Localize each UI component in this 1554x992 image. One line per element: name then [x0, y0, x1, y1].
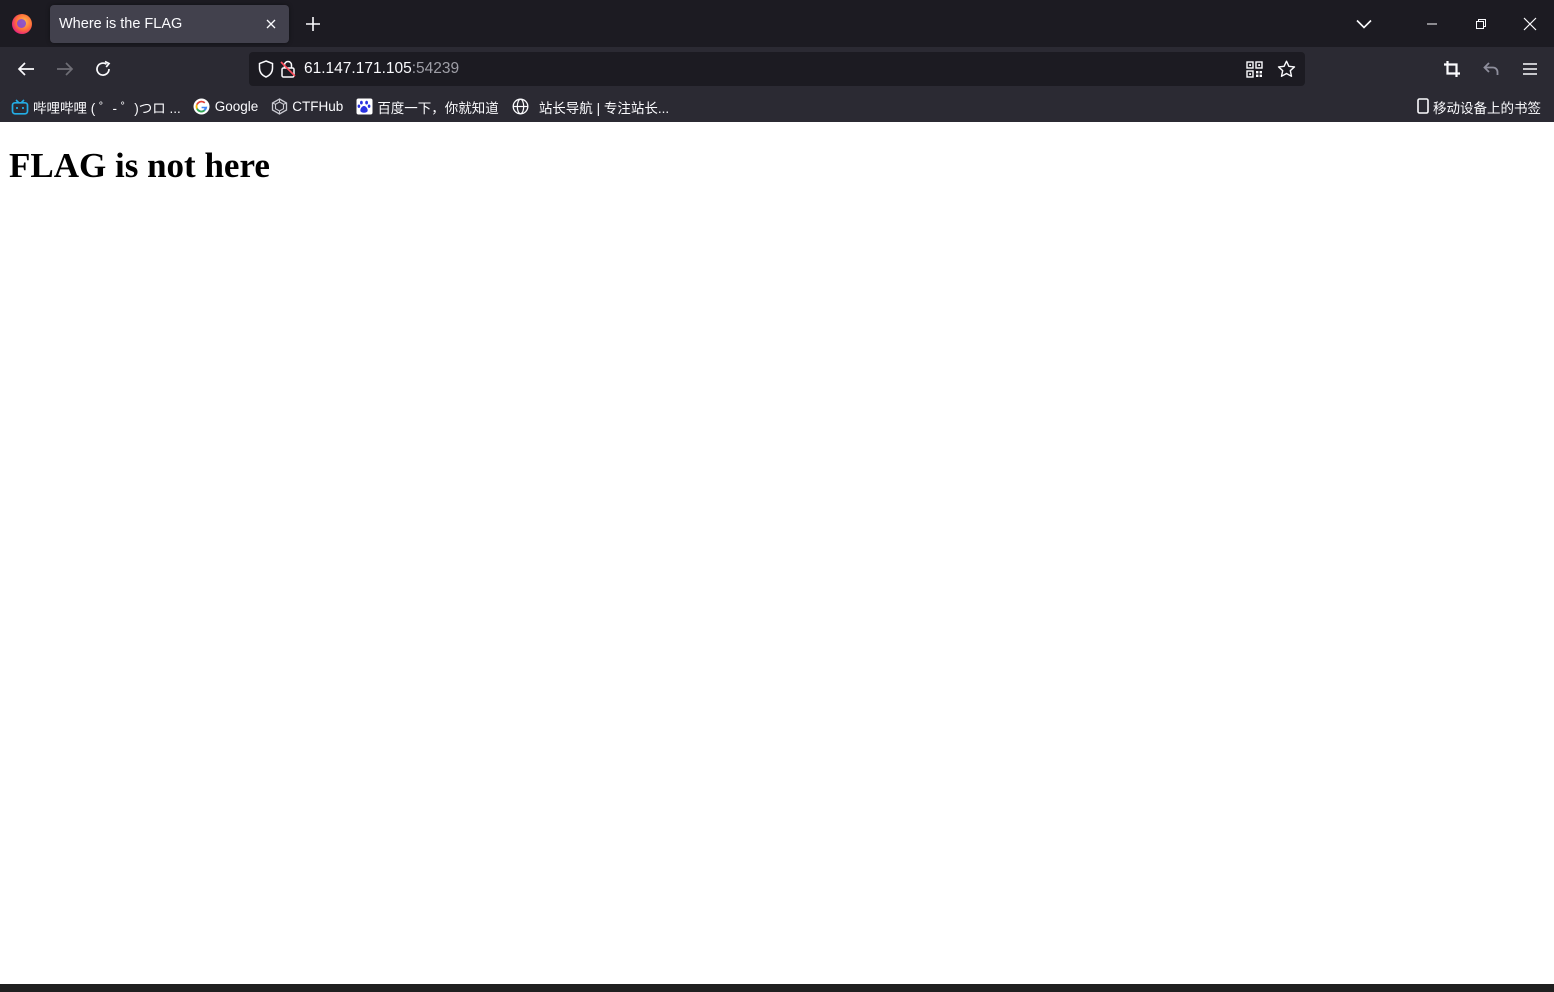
qr-code-button[interactable]: [1241, 56, 1267, 82]
globe-icon: [511, 98, 531, 116]
bookmarks-toolbar: 哔哩哔哩 ( ゜- ゜)つロ ... Google CTFHub 百度一下，你就…: [0, 91, 1554, 122]
page-content: FLAG is not here: [0, 122, 1554, 984]
restore-icon: [1475, 18, 1486, 29]
firefox-view-button[interactable]: [0, 0, 44, 47]
restore-button[interactable]: [1456, 0, 1505, 47]
chevron-down-icon: [1356, 19, 1372, 29]
crop-icon: [1444, 61, 1460, 77]
bookmark-item-bilibili[interactable]: 哔哩哔哩 ( ゜- ゜)つロ ...: [11, 97, 181, 117]
star-icon: [1277, 60, 1295, 77]
insecure-lock-icon: [280, 60, 296, 78]
screenshot-button[interactable]: [1436, 53, 1468, 85]
navigation-toolbar: 61.147.171.105:54239: [0, 47, 1554, 91]
forward-button[interactable]: [49, 53, 81, 85]
plus-icon: [306, 16, 320, 31]
bookmark-label: CTFHub: [292, 99, 344, 114]
back-arrow-icon: [17, 62, 34, 76]
url-port: :54239: [411, 60, 460, 77]
minimize-icon: [1426, 23, 1437, 24]
tab-active[interactable]: Where is the FLAG: [50, 4, 289, 43]
bookmark-label: 站长导航 | 专注站长...: [538, 100, 670, 116]
close-icon: [1523, 17, 1536, 30]
list-all-tabs-button[interactable]: [1341, 0, 1387, 47]
bilibili-icon: [11, 98, 29, 116]
url-host: 61.147.171.105: [304, 60, 412, 77]
shield-icon: [258, 60, 274, 78]
qr-code-icon: [1245, 60, 1263, 78]
tab-strip: Where is the FLAG: [0, 0, 1554, 47]
url-text[interactable]: 61.147.171.105:54239: [304, 60, 459, 78]
minimize-button[interactable]: [1407, 0, 1456, 47]
window-close-button[interactable]: [1505, 0, 1554, 47]
new-tab-button[interactable]: [295, 6, 331, 42]
firefox-logo-icon: [12, 13, 32, 34]
reload-button[interactable]: [87, 53, 119, 85]
back-button[interactable]: [10, 53, 42, 85]
bookmark-star-button[interactable]: [1273, 56, 1299, 82]
bookmark-item-google[interactable]: Google: [193, 98, 259, 116]
tab-title: Where is the FLAG: [59, 15, 183, 32]
bookmark-item-ctfhub[interactable]: CTFHub: [270, 98, 343, 116]
site-info-button[interactable]: [277, 58, 299, 80]
bookmark-item-zhanzhang[interactable]: 站长导航 | 专注站长...: [511, 97, 669, 117]
app-menu-button[interactable]: [1514, 53, 1546, 85]
reload-icon: [96, 60, 111, 76]
url-bar[interactable]: 61.147.171.105:54239: [249, 52, 1305, 86]
mobile-bookmarks-label: 移动设备上的书签: [1433, 101, 1541, 116]
ctfhub-icon: [270, 98, 288, 116]
tracking-protection-button[interactable]: [255, 58, 277, 80]
bookmark-label: 百度一下，你就知道: [377, 100, 499, 116]
bookmark-item-baidu[interactable]: 百度一下，你就知道: [355, 97, 499, 117]
taskbar-edge: [0, 984, 1554, 992]
hamburger-menu-icon: [1523, 63, 1537, 75]
undo-arrow-icon: [1483, 62, 1499, 75]
mobile-icon: [1417, 98, 1431, 116]
bookmark-label: 哔哩哔哩 ( ゜- ゜)つロ ...: [33, 100, 181, 116]
undo-button[interactable]: [1475, 53, 1507, 85]
mobile-bookmarks-folder[interactable]: 移动设备上的书签: [1417, 97, 1541, 117]
baidu-icon: [355, 98, 373, 116]
close-icon: [266, 19, 276, 28]
page-heading: FLAG is not here: [9, 146, 270, 185]
bookmark-label: Google: [214, 99, 259, 114]
google-icon: [193, 98, 211, 116]
forward-arrow-icon: [57, 62, 74, 76]
tab-close-button[interactable]: [263, 16, 279, 32]
